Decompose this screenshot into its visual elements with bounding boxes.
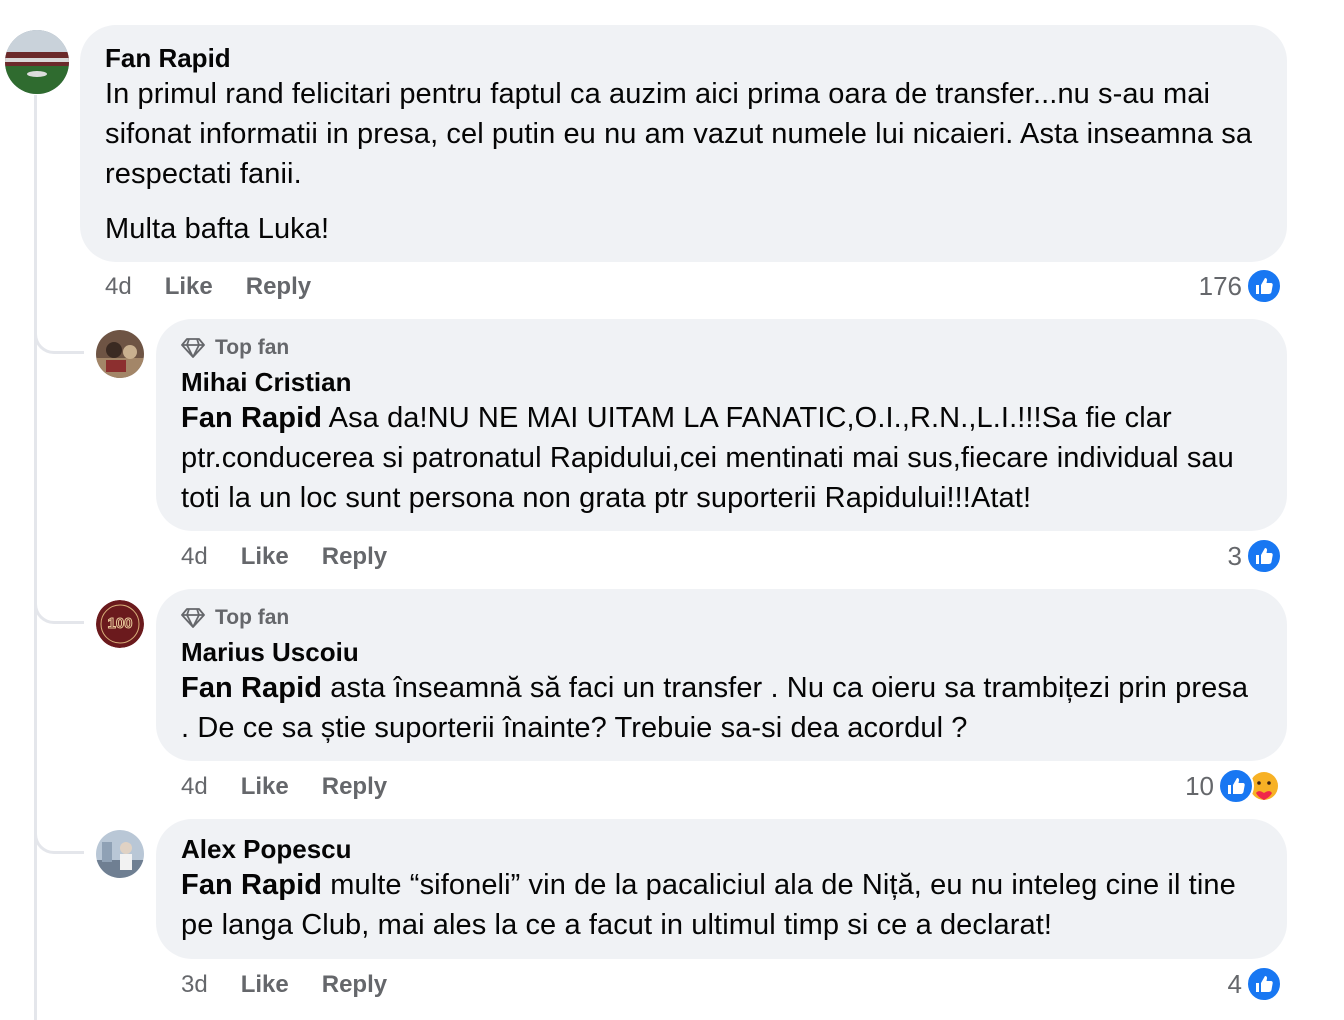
top-fan-label: Top fan [215,336,290,359]
like-thumb-icon [1246,268,1282,304]
reply-bubble: Top fan Mihai Cristian Fan Rapid Asa da!… [156,319,1287,531]
like-button[interactable]: Like [241,971,289,999]
thread-connector [34,818,84,854]
mention-link[interactable]: Fan Rapid [181,402,322,434]
like-thumb-icon [1246,538,1282,574]
top-fan-badge[interactable]: Top fan [181,333,1262,363]
reply-text: Fan Rapid asta înseamnă să faci un trans… [181,668,1262,748]
thread-line [34,95,37,1020]
reply-actions: 3d Like Reply [181,968,420,1002]
reaction-count: 10 [1185,770,1214,801]
reply-text-content: Asa da!NU NE MAI UITAM LA FANATIC,O.I.,R… [181,402,1234,514]
reply-author[interactable]: Marius Uscoiu [181,636,1262,668]
avatar-text: 100 [107,615,132,632]
top-fan-badge[interactable]: Top fan [181,603,1262,633]
mention-link[interactable]: Fan Rapid [181,869,322,901]
reaction-summary[interactable]: 176 [1199,267,1282,305]
diamond-icon [181,338,205,358]
reply-bubble: Alex Popescu Fan Rapid multe “sifoneli” … [156,819,1287,959]
thread-connector [34,318,84,354]
reply-button[interactable]: Reply [246,273,311,301]
diamond-icon [181,608,205,628]
comment-time[interactable]: 4d [105,273,132,301]
reaction-summary[interactable]: 4 [1228,965,1282,1003]
comment-text: In primul rand felicitari pentru faptul … [105,78,1253,190]
like-button[interactable]: Like [241,773,289,801]
comment-actions: 4d Like Reply [105,270,344,304]
mention-link[interactable]: Fan Rapid [181,672,322,704]
avatar[interactable] [96,830,144,878]
comment-author[interactable]: Fan Rapid [105,42,1262,74]
reaction-count: 176 [1198,270,1242,301]
like-button[interactable]: Like [165,273,213,301]
avatar[interactable]: 100 [96,600,144,648]
reply-time[interactable]: 4d [181,543,208,571]
reply-text: Fan Rapid Asa da!NU NE MAI UITAM LA FANA… [181,398,1262,518]
reply-actions: 4d Like Reply [181,770,420,804]
reply-text-content: asta înseamnă să faci un transfer . Nu c… [181,672,1249,744]
like-thumb-icon [1246,966,1282,1002]
reply-author[interactable]: Alex Popescu [181,833,1262,865]
reply-button[interactable]: Reply [322,971,387,999]
reply-time[interactable]: 4d [181,773,208,801]
reply-button[interactable]: Reply [322,773,387,801]
reaction-count: 3 [1227,540,1242,571]
reply-actions: 4d Like Reply [181,540,420,574]
reply-button[interactable]: Reply [322,543,387,571]
avatar[interactable] [5,30,69,94]
reply-bubble: Top fan Marius Uscoiu Fan Rapid asta îns… [156,589,1287,761]
thread-connector [34,588,84,624]
comment-text: Multa bafta Luka! [105,213,330,245]
top-fan-label: Top fan [215,606,290,629]
reaction-summary[interactable]: 3 [1228,537,1282,575]
reaction-summary[interactable]: 10 [1185,767,1282,805]
reaction-count: 4 [1227,968,1242,999]
reply-time[interactable]: 3d [181,971,208,999]
reply-author[interactable]: Mihai Cristian [181,366,1262,398]
like-thumb-icon [1218,768,1254,804]
comment-bubble: Fan Rapid In primul rand felicitari pent… [80,25,1287,262]
avatar[interactable] [96,330,144,378]
reply-text: Fan Rapid multe “sifoneli” vin de la pac… [181,865,1262,945]
like-button[interactable]: Like [241,543,289,571]
reply-text-content: multe “sifoneli” vin de la pacaliciul al… [181,869,1236,941]
